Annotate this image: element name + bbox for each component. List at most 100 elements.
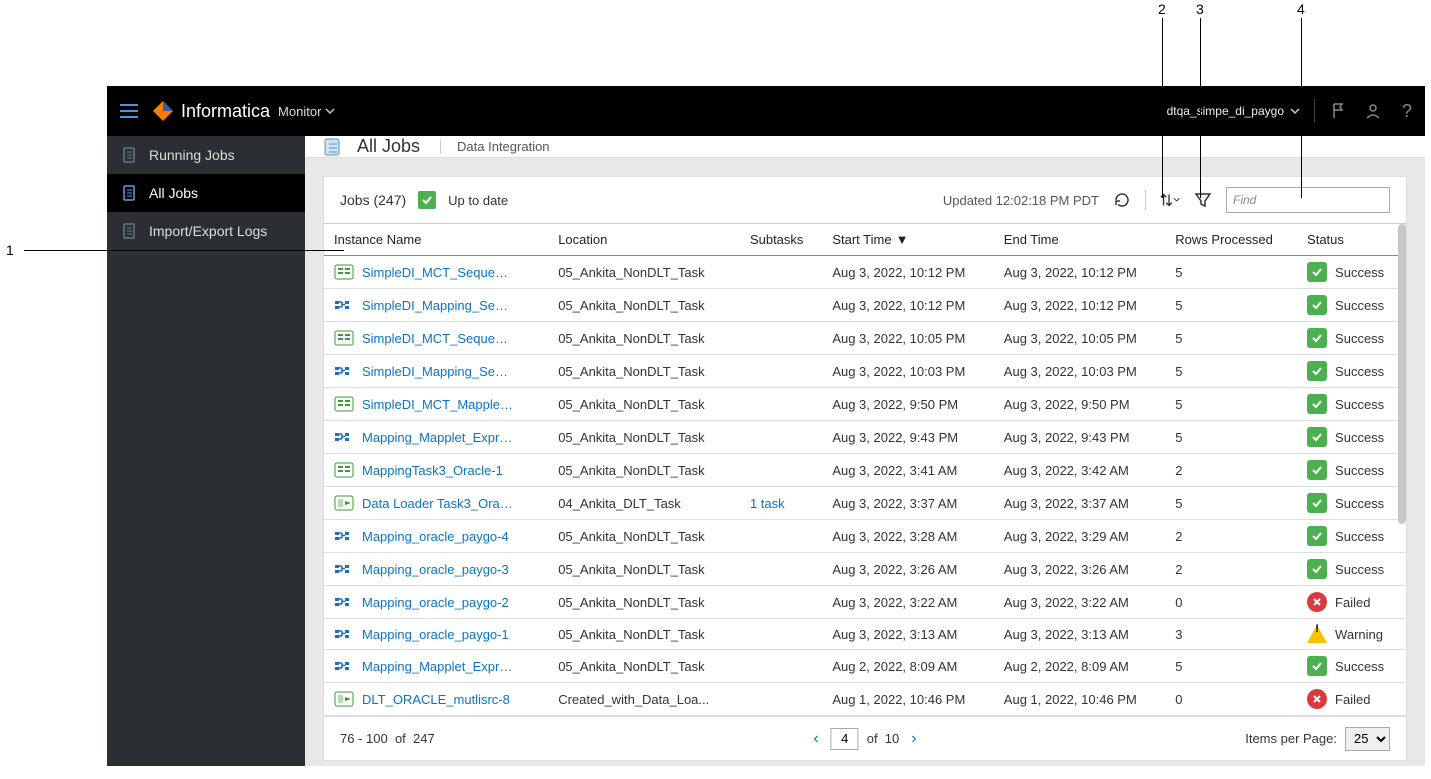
col-instance[interactable]: Instance Name: [324, 224, 548, 256]
table-row[interactable]: MappingTask3_Oracle-1 05_Ankita_NonDLT_T…: [324, 454, 1406, 487]
status-label: Success: [1335, 562, 1384, 577]
table-row[interactable]: Mapping_oracle_paygo-1 05_Ankita_NonDLT_…: [324, 619, 1406, 650]
end-cell: Aug 3, 2022, 3:26 AM: [994, 553, 1165, 586]
rows-cell: 2: [1165, 520, 1297, 553]
start-cell: Aug 3, 2022, 10:12 PM: [822, 289, 993, 322]
job-type-icon: [334, 330, 354, 346]
table-row[interactable]: Data Loader Task3_Oracle-1 04_Ankita_DLT…: [324, 487, 1406, 520]
success-icon: [1307, 493, 1327, 513]
next-page-icon[interactable]: ›: [907, 728, 920, 750]
sidebar-item-running-jobs[interactable]: Running Jobs: [107, 136, 305, 174]
subtasks-cell: [740, 454, 822, 487]
instance-link[interactable]: Mapping_oracle_paygo-1: [362, 627, 509, 642]
subtasks-cell: [740, 619, 822, 650]
pager-range: 76 - 100 of 247: [340, 731, 435, 746]
callout-4: 4: [1297, 1, 1305, 17]
instance-link[interactable]: SimpleDI_MCT_Mapplet-1: [362, 397, 514, 412]
help-icon[interactable]: ?: [1397, 101, 1417, 121]
rows-cell: 5: [1165, 650, 1297, 683]
instance-link[interactable]: SimpleDI_MCT_Sequence-1: [362, 331, 514, 346]
table-row[interactable]: Mapping_Mapplet_Expres... 05_Ankita_NonD…: [324, 650, 1406, 683]
table-row[interactable]: SimpleDI_Mapping_Seque... 05_Ankita_NonD…: [324, 289, 1406, 322]
table-row[interactable]: SimpleDI_MCT_Sequence-2 05_Ankita_NonDLT…: [324, 256, 1406, 289]
table-row[interactable]: SimpleDI_MCT_Sequence-1 05_Ankita_NonDLT…: [324, 322, 1406, 355]
status-label: Failed: [1335, 692, 1370, 707]
start-cell: Aug 3, 2022, 10:05 PM: [822, 322, 993, 355]
refresh-icon[interactable]: [1111, 189, 1133, 211]
toolbar: Jobs (247) Up to date Updated 12:02:18 P…: [324, 177, 1406, 223]
location-cell: 05_Ankita_NonDLT_Task: [548, 256, 740, 289]
product-switcher[interactable]: Monitor: [278, 104, 335, 119]
rows-cell: 5: [1165, 388, 1297, 421]
product-label: Monitor: [278, 104, 321, 119]
col-rows[interactable]: Rows Processed: [1165, 224, 1297, 256]
end-cell: Aug 3, 2022, 10:12 PM: [994, 289, 1165, 322]
col-end[interactable]: End Time: [994, 224, 1165, 256]
failed-icon: [1307, 592, 1327, 612]
job-type-icon: [334, 264, 354, 280]
col-start[interactable]: Start Time▼: [822, 224, 993, 256]
instance-link[interactable]: SimpleDI_MCT_Sequence-2: [362, 265, 514, 280]
table-row[interactable]: SimpleDI_MCT_Mapplet-1 05_Ankita_NonDLT_…: [324, 388, 1406, 421]
pager: 76 - 100 of 247 ‹ of 10 › Items per Page…: [324, 716, 1406, 760]
instance-link[interactable]: Mapping_oracle_paygo-2: [362, 595, 509, 610]
sidebar-item-import-export-logs[interactable]: Import/Export Logs: [107, 212, 305, 250]
job-type-icon: [334, 658, 354, 674]
user-icon[interactable]: [1363, 101, 1383, 121]
sidebar-item-all-jobs[interactable]: All Jobs: [107, 174, 305, 212]
instance-link[interactable]: Mapping_oracle_paygo-4: [362, 529, 509, 544]
job-type-icon: [334, 528, 354, 544]
document-icon: [121, 184, 139, 202]
page-title: All Jobs: [357, 136, 420, 157]
org-selector[interactable]: dtqa_simpe_di_paygo: [1167, 104, 1300, 118]
col-subtasks[interactable]: Subtasks: [740, 224, 822, 256]
table-row[interactable]: Mapping_oracle_paygo-4 05_Ankita_NonDLT_…: [324, 520, 1406, 553]
page-tab[interactable]: Data Integration: [440, 139, 550, 154]
start-cell: Aug 3, 2022, 3:28 AM: [822, 520, 993, 553]
col-location[interactable]: Location: [548, 224, 740, 256]
table-row[interactable]: SimpleDI_Mapping_Seque... 05_Ankita_NonD…: [324, 355, 1406, 388]
instance-link[interactable]: Mapping_oracle_paygo-3: [362, 562, 509, 577]
end-cell: Aug 3, 2022, 3:37 AM: [994, 487, 1165, 520]
updated-timestamp: Updated 12:02:18 PM PDT: [943, 193, 1099, 208]
menu-icon[interactable]: [115, 97, 143, 125]
chevron-down-icon: [1290, 106, 1300, 116]
table-row[interactable]: DLT_ORACLE_mutlisrc-8 Created_with_Data_…: [324, 683, 1406, 716]
uptodate-check-icon: [418, 191, 436, 209]
flag-icon[interactable]: [1329, 101, 1349, 121]
instance-link[interactable]: MappingTask3_Oracle-1: [362, 463, 503, 478]
start-cell: Aug 3, 2022, 3:41 AM: [822, 454, 993, 487]
topbar: Informatica Monitor dtqa_simpe_di_paygo …: [107, 86, 1425, 136]
location-cell: 05_Ankita_NonDLT_Task: [548, 650, 740, 683]
find-input[interactable]: [1226, 187, 1390, 213]
instance-link[interactable]: Mapping_Mapplet_Expres...: [362, 659, 514, 674]
instance-link[interactable]: SimpleDI_Mapping_Seque...: [362, 364, 514, 379]
rows-cell: 3: [1165, 619, 1297, 650]
instance-link[interactable]: DLT_ORACLE_mutlisrc-8: [362, 692, 510, 707]
scrollbar-thumb[interactable]: [1398, 224, 1406, 524]
col-status[interactable]: Status: [1297, 224, 1406, 256]
success-icon: [1307, 460, 1327, 480]
subtasks-cell[interactable]: 1 task: [740, 487, 822, 520]
pager-of-pages: of 10: [867, 731, 900, 746]
table-row[interactable]: Mapping_oracle_paygo-2 05_Ankita_NonDLT_…: [324, 586, 1406, 619]
job-type-icon: [334, 691, 354, 707]
prev-page-icon[interactable]: ‹: [809, 728, 822, 750]
instance-link[interactable]: SimpleDI_Mapping_Seque...: [362, 298, 514, 313]
instance-link[interactable]: Data Loader Task3_Oracle-1: [362, 496, 514, 511]
instance-link[interactable]: Mapping_Mapplet_Expres...: [362, 430, 514, 445]
items-per-page-select[interactable]: 25: [1345, 727, 1390, 751]
table-row[interactable]: Mapping_Mapplet_Expres... 05_Ankita_NonD…: [324, 421, 1406, 454]
page-input[interactable]: [831, 728, 859, 750]
job-type-icon: [334, 297, 354, 313]
status-label: Success: [1335, 496, 1384, 511]
rows-cell: 5: [1165, 487, 1297, 520]
chevron-down-icon: [325, 106, 335, 116]
filter-icon[interactable]: [1192, 189, 1214, 211]
subtasks-cell: [740, 650, 822, 683]
sort-icon[interactable]: [1158, 189, 1180, 211]
status-label: Success: [1335, 298, 1384, 313]
callout-1: 1: [6, 242, 14, 258]
end-cell: Aug 2, 2022, 8:09 AM: [994, 650, 1165, 683]
table-row[interactable]: Mapping_oracle_paygo-3 05_Ankita_NonDLT_…: [324, 553, 1406, 586]
